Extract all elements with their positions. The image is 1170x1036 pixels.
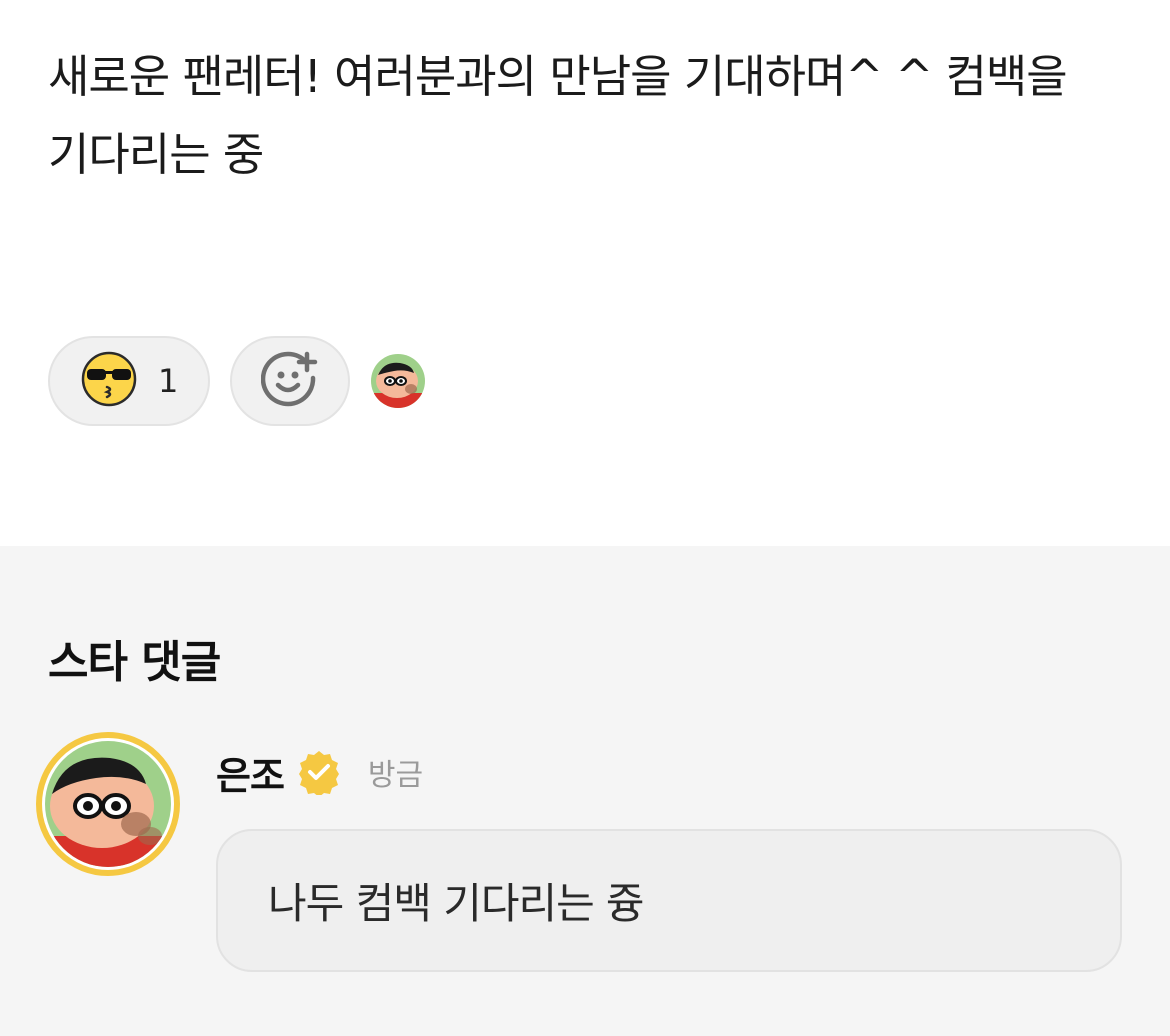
reaction-button[interactable]: 1 [48, 336, 210, 426]
comment-text: 나두 컴백 기다리는 즁 [268, 879, 645, 928]
comment-header: 은조 방금 [216, 744, 423, 800]
reactor-avatar[interactable] [370, 353, 426, 409]
add-reaction-button[interactable] [230, 336, 350, 426]
star-comments-section: 스타 댓글 은조 방금 나두 컴백 기다리는 즁 [0, 546, 1170, 1036]
comment-time: 방금 [367, 758, 424, 793]
sunglasses-kiss-emoji-icon [80, 350, 138, 412]
comment-author-name[interactable]: 은조 [216, 745, 285, 800]
verified-badge-icon [296, 749, 342, 797]
comment-author-avatar[interactable] [36, 732, 180, 876]
section-title: 스타 댓글 [48, 637, 221, 688]
reaction-count: 1 [158, 362, 179, 400]
post-section: 새로운 팬레터! 여러분과의 만남을 기대하며^ ^ 컴백을 기다리는 중 1 [0, 0, 1170, 546]
add-reaction-icon [260, 350, 319, 412]
reaction-bar: 1 [48, 336, 426, 426]
post-text: 새로운 팬레터! 여러분과의 만남을 기대하며^ ^ 컴백을 기다리는 중 [48, 50, 1068, 181]
comment-bubble: 나두 컴백 기다리는 즁 [216, 829, 1122, 972]
